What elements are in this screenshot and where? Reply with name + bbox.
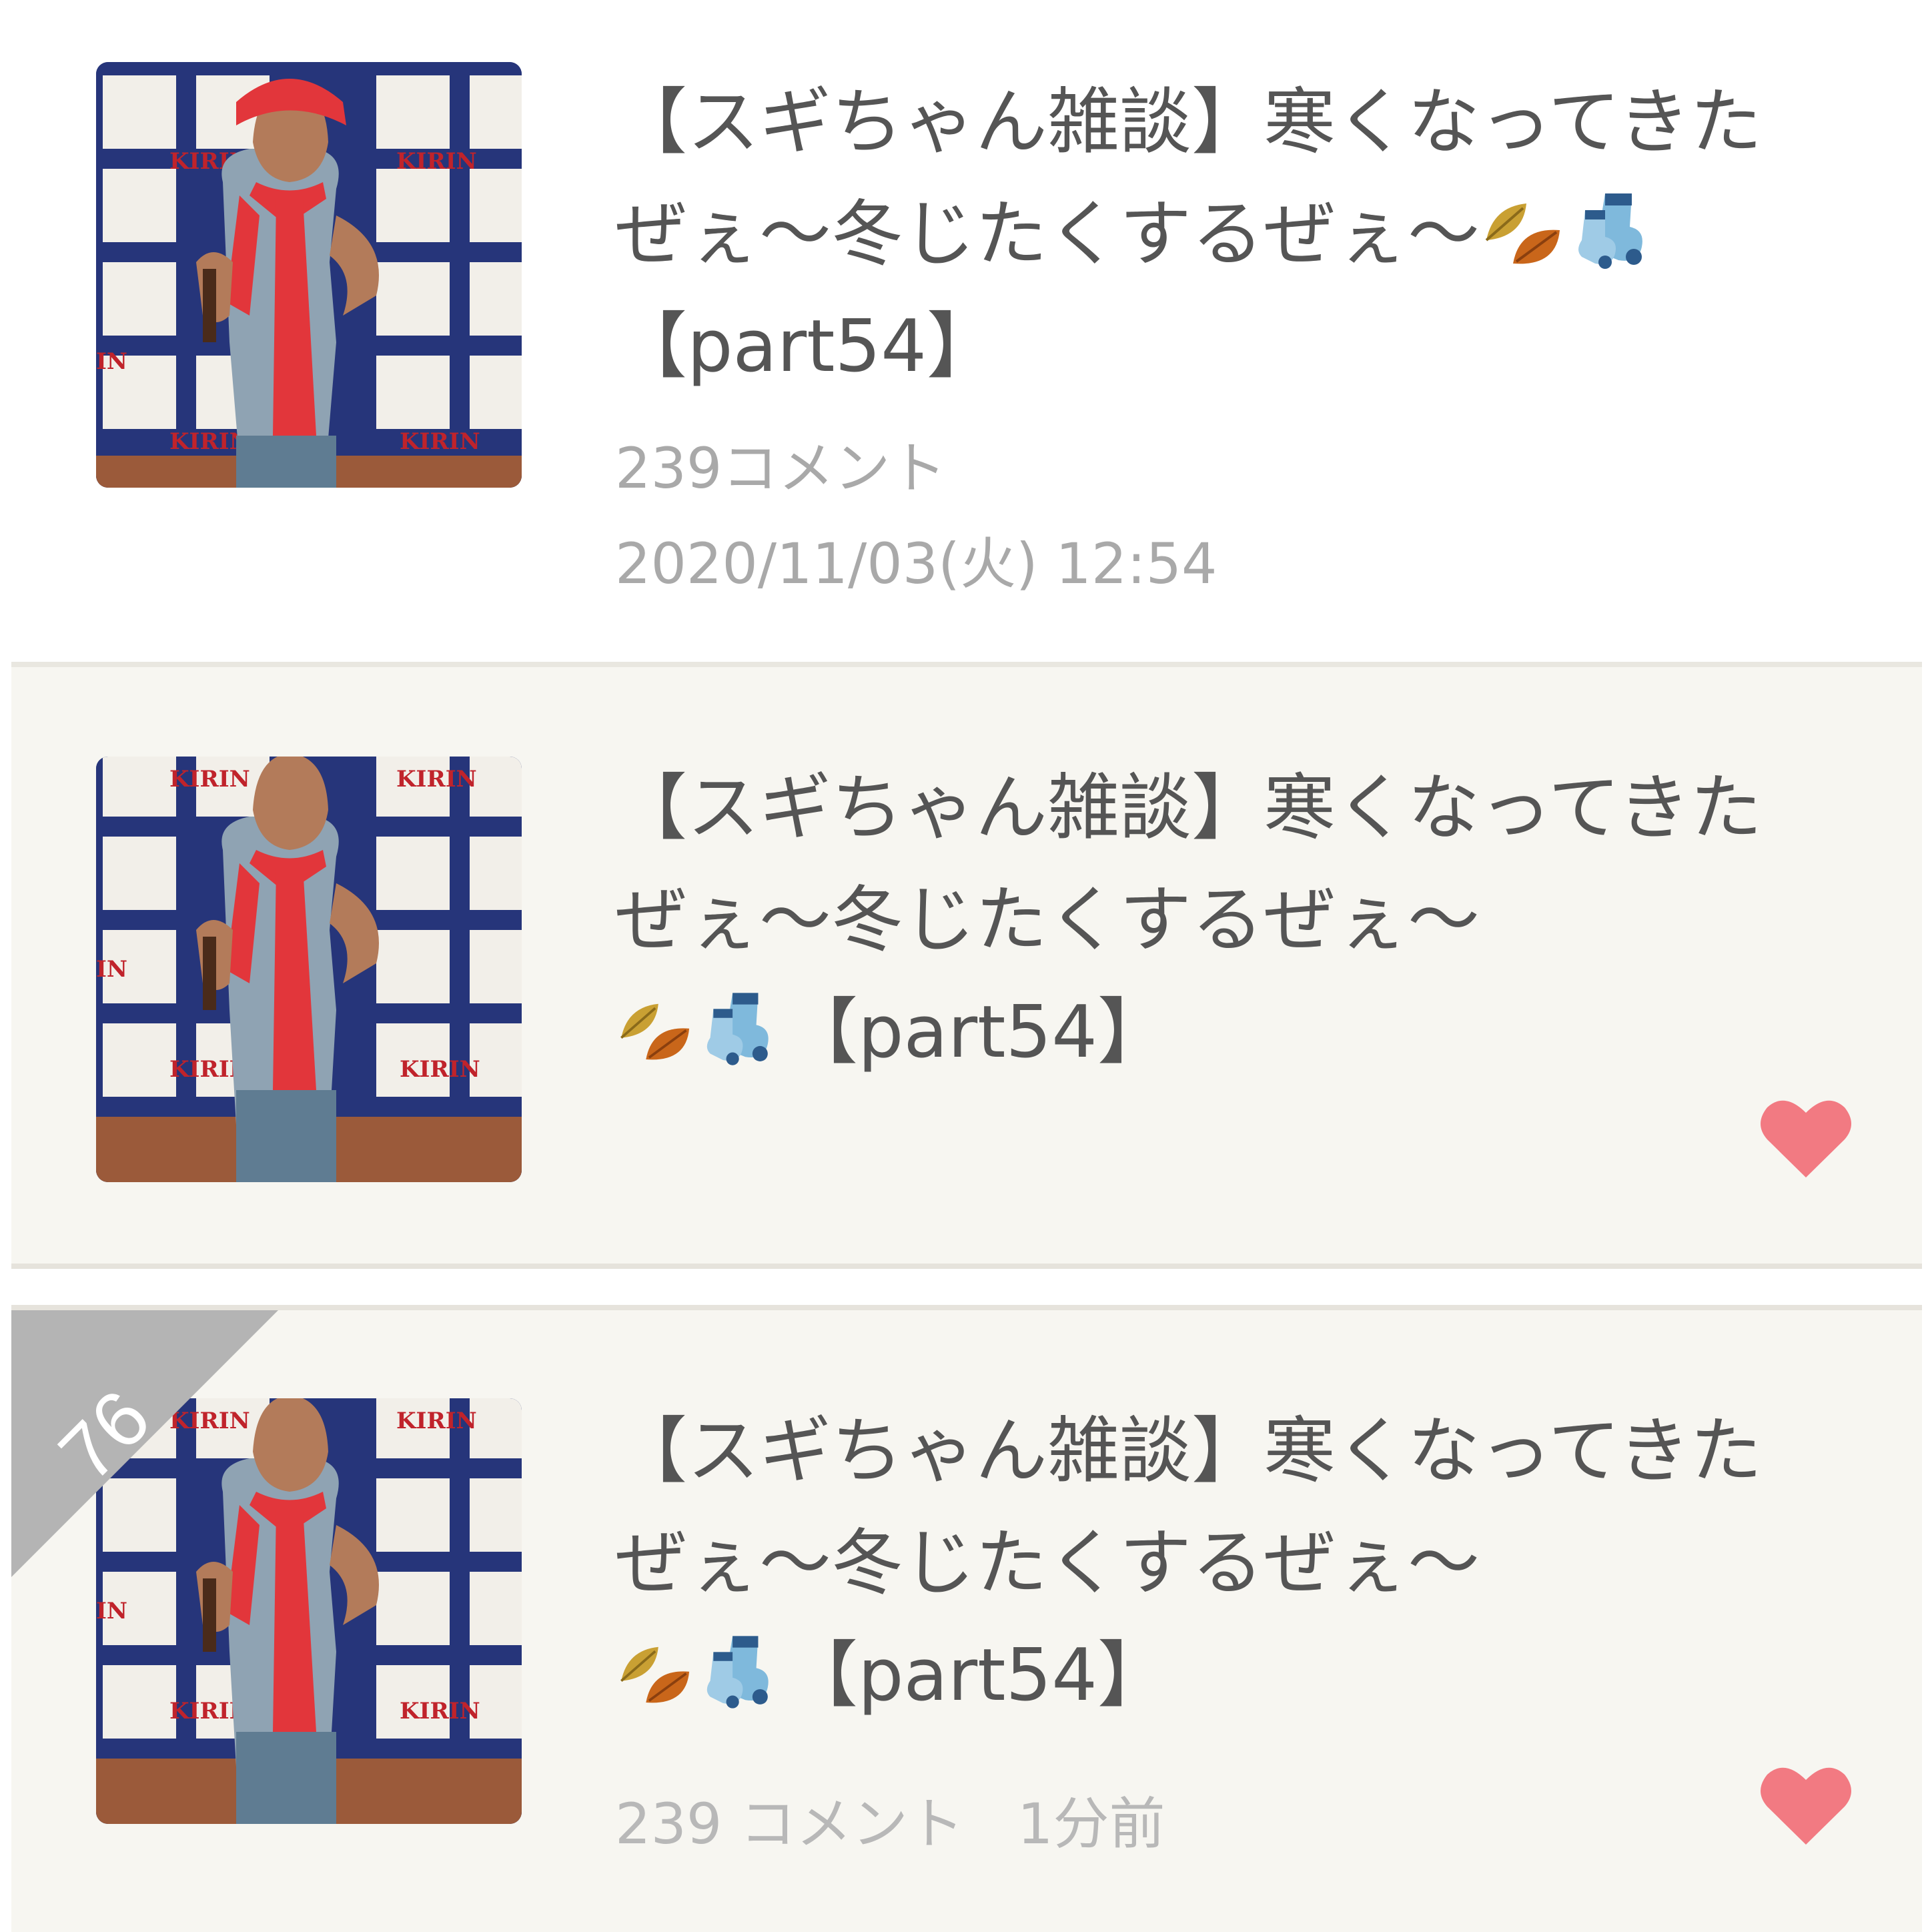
topic-meta: 239 コメント 1分前 [615, 1777, 1165, 1871]
svg-text:KIRIN: KIRIN [400, 1056, 480, 1083]
topic-thumbnail[interactable]: KIRIN KIRIN KIRIN KIRIN IN [96, 757, 522, 1182]
svg-text:KIRIN: KIRIN [169, 766, 250, 793]
title-line: ぜぇ〜冬じたくするぜぇ〜 [615, 1522, 1480, 1605]
topic-title[interactable]: 【スギちゃん雑談】寒くなってきた ぜぇ〜冬じたくするぜぇ〜 【part54】 [615, 1396, 1849, 1732]
title-line: 【part54】 [615, 305, 999, 388]
favorite-heart-icon[interactable] [1759, 1761, 1853, 1848]
svg-text:KIRIN: KIRIN [400, 428, 480, 455]
title-line: 【part54】 [615, 977, 1849, 1089]
title-line: ぜぇ〜冬じたくするぜぇ〜 [615, 179, 1849, 291]
topic-title[interactable]: 【スギちゃん雑談】寒くなってきた ぜぇ〜冬じたくするぜぇ〜 【part54】 [615, 67, 1849, 403]
favorite-heart-icon[interactable] [1759, 1094, 1853, 1181]
topic-card[interactable]: KIRIN KIRIN KIRIN KIRIN IN 76 【スギちゃん雑談】寒… [11, 1305, 1922, 1932]
title-line: 【スギちゃん雑談】寒くなってきた [615, 1410, 1763, 1493]
svg-text:KIRIN: KIRIN [396, 1408, 477, 1434]
socks-icon [704, 988, 781, 1071]
topic-card[interactable]: KIRIN KIRIN KIRIN KIRIN IN 【スギちゃん雑談】寒くなってき… [11, 0, 1922, 667]
fallen-leaves-icon [615, 1641, 698, 1715]
socks-icon [704, 1631, 781, 1715]
title-line: ぜぇ〜冬じたくするぜぇ〜 [615, 879, 1480, 962]
svg-text:IN: IN [96, 348, 127, 375]
title-line: 【スギちゃん雑談】寒くなってきた [615, 767, 1763, 850]
fallen-leaves-icon [1480, 200, 1570, 274]
svg-text:IN: IN [96, 956, 127, 983]
topic-list: KIRIN KIRIN KIRIN KIRIN IN 【スギちゃん雑談】寒くなってき… [0, 0, 1932, 1932]
svg-text:KIRIN: KIRIN [396, 766, 477, 793]
svg-text:KIRIN: KIRIN [396, 148, 477, 175]
topic-title[interactable]: 【スギちゃん雑談】寒くなってきた ぜぇ〜冬じたくするぜぇ〜 【part54】 [615, 753, 1849, 1089]
post-datetime: 2020/11/03(火) 12:54 [615, 531, 1218, 596]
card-separator [11, 1274, 1922, 1305]
fallen-leaves-icon [615, 998, 698, 1071]
topic-thumbnail[interactable]: KIRIN KIRIN KIRIN KIRIN IN [96, 62, 522, 488]
rank-ribbon: 76 [11, 1310, 278, 1577]
title-line: 【part54】 [615, 1620, 1849, 1732]
title-line: 【スギちゃん雑談】寒くなってきた [615, 81, 1763, 164]
socks-icon [1575, 190, 1655, 274]
comment-count: 239 コメント [615, 1791, 965, 1857]
svg-text:KIRIN: KIRIN [400, 1698, 480, 1725]
topic-card[interactable]: KIRIN KIRIN KIRIN KIRIN IN 【スギちゃん雑談】寒くなってき… [11, 667, 1922, 1269]
time-ago: 1分前 [1017, 1791, 1165, 1857]
svg-text:IN: IN [96, 1598, 127, 1624]
comment-count: 239コメント [615, 436, 947, 501]
